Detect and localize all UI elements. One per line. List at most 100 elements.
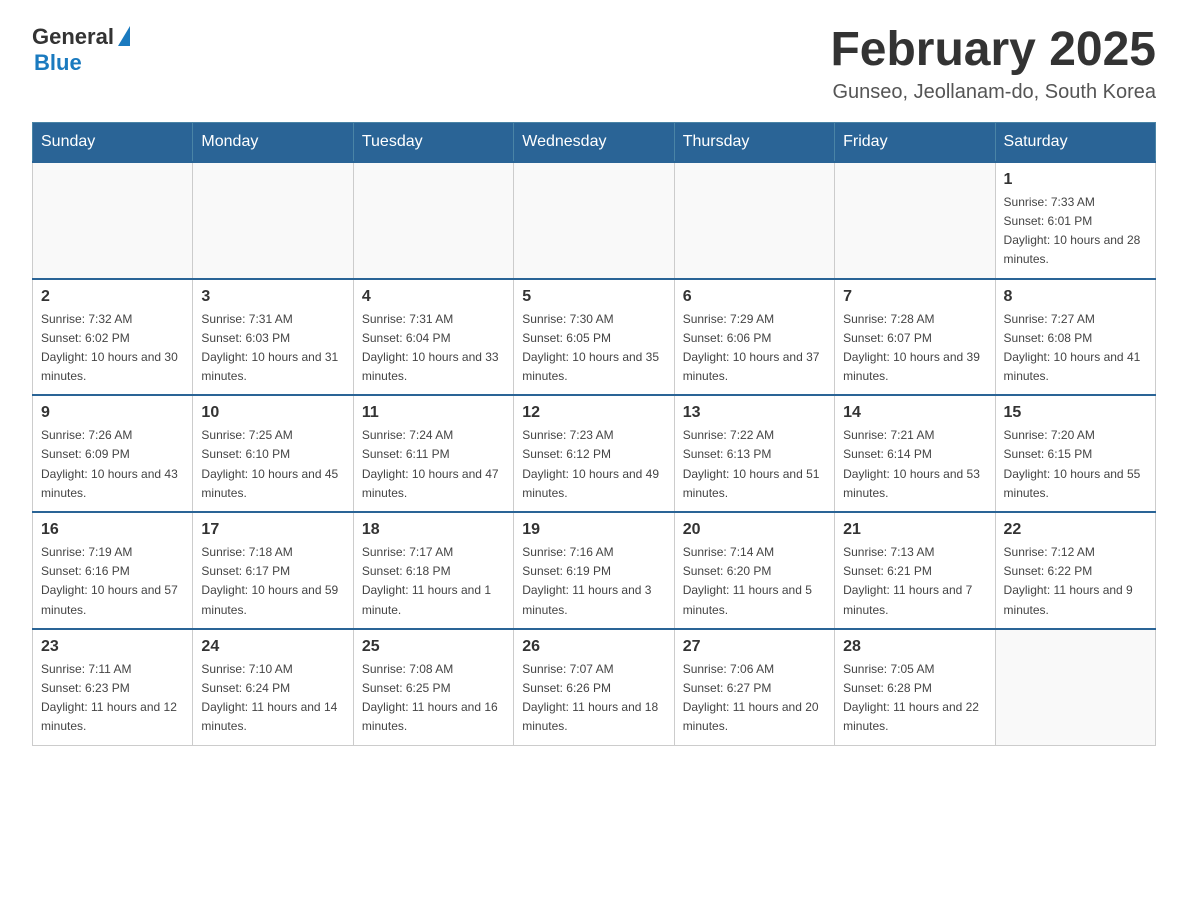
calendar-cell (33, 162, 193, 279)
day-number: 17 (201, 521, 344, 539)
day-number: 23 (41, 638, 184, 656)
calendar-cell: 23 Sunrise: 7:11 AMSunset: 6:23 PMDayligh… (33, 629, 193, 745)
day-number: 20 (683, 521, 826, 539)
day-info: Sunrise: 7:11 AMSunset: 6:23 PMDaylight:… (41, 660, 184, 737)
calendar-cell: 27Sunrise: 7:06 AMSunset: 6:27 PMDayligh… (674, 629, 834, 745)
day-info: Sunrise: 7:08 AMSunset: 6:25 PMDaylight:… (362, 660, 505, 737)
calendar-cell: 7 Sunrise: 7:28 AMSunset: 6:07 PMDaylight… (835, 279, 995, 396)
day-info: Sunrise: 7:16 AMSunset: 6:19 PMDaylight:… (522, 543, 665, 620)
calendar-cell: 19 Sunrise: 7:16 AMSunset: 6:19 PMDayligh… (514, 512, 674, 629)
calendar-cell: 18 Sunrise: 7:17 AMSunset: 6:18 PMDayligh… (353, 512, 513, 629)
calendar-week-row: 23 Sunrise: 7:11 AMSunset: 6:23 PMDayligh… (33, 629, 1156, 745)
calendar-cell: 5 Sunrise: 7:30 AMSunset: 6:05 PMDaylight… (514, 279, 674, 396)
day-info: Sunrise: 7:05 AMSunset: 6:28 PMDaylight:… (843, 660, 986, 737)
day-info: Sunrise: 7:31 AMSunset: 6:03 PMDaylight:… (201, 310, 344, 387)
calendar-cell: 3 Sunrise: 7:31 AMSunset: 6:03 PMDaylight… (193, 279, 353, 396)
day-number: 7 (843, 288, 986, 306)
calendar-cell (353, 162, 513, 279)
day-info: Sunrise: 7:32 AMSunset: 6:02 PMDaylight:… (41, 310, 184, 387)
calendar-cell: 8 Sunrise: 7:27 AMSunset: 6:08 PMDaylight… (995, 279, 1155, 396)
day-number: 3 (201, 288, 344, 306)
calendar-cell (835, 162, 995, 279)
logo-triangle-icon (118, 26, 130, 46)
calendar-cell: 13Sunrise: 7:22 AMSunset: 6:13 PMDayligh… (674, 395, 834, 512)
day-info: Sunrise: 7:20 AMSunset: 6:15 PMDaylight:… (1004, 426, 1147, 503)
day-number: 2 (41, 288, 184, 306)
day-info: Sunrise: 7:29 AMSunset: 6:06 PMDaylight:… (683, 310, 826, 387)
logo-general-text: General (32, 24, 114, 50)
day-number: 13 (683, 404, 826, 422)
calendar-cell: 28 Sunrise: 7:05 AMSunset: 6:28 PMDayligh… (835, 629, 995, 745)
calendar-cell: 21 Sunrise: 7:13 AMSunset: 6:21 PMDayligh… (835, 512, 995, 629)
day-of-week-header: Wednesday (514, 122, 674, 162)
calendar-cell: 15Sunrise: 7:20 AMSunset: 6:15 PMDayligh… (995, 395, 1155, 512)
calendar-table: SundayMondayTuesdayWednesdayThursdayFrid… (32, 122, 1156, 746)
day-number: 16 (41, 521, 184, 539)
day-info: Sunrise: 7:10 AMSunset: 6:24 PMDaylight:… (201, 660, 344, 737)
day-info: Sunrise: 7:23 AMSunset: 6:12 PMDaylight:… (522, 426, 665, 503)
day-of-week-header: Saturday (995, 122, 1155, 162)
day-info: Sunrise: 7:21 AMSunset: 6:14 PMDaylight:… (843, 426, 986, 503)
calendar-header-row: SundayMondayTuesdayWednesdayThursdayFrid… (33, 122, 1156, 162)
day-info: Sunrise: 7:33 AMSunset: 6:01 PMDaylight:… (1004, 193, 1147, 270)
page-header: General Blue February 2025 Gunseo, Jeoll… (32, 24, 1156, 104)
calendar-week-row: 9 Sunrise: 7:26 AMSunset: 6:09 PMDaylight… (33, 395, 1156, 512)
day-info: Sunrise: 7:14 AMSunset: 6:20 PMDaylight:… (683, 543, 826, 620)
calendar-cell: 6 Sunrise: 7:29 AMSunset: 6:06 PMDaylight… (674, 279, 834, 396)
day-info: Sunrise: 7:06 AMSunset: 6:27 PMDaylight:… (683, 660, 826, 737)
day-number: 18 (362, 521, 505, 539)
day-number: 8 (1004, 288, 1147, 306)
calendar-cell: 9 Sunrise: 7:26 AMSunset: 6:09 PMDaylight… (33, 395, 193, 512)
day-info: Sunrise: 7:13 AMSunset: 6:21 PMDaylight:… (843, 543, 986, 620)
day-of-week-header: Thursday (674, 122, 834, 162)
day-number: 5 (522, 288, 665, 306)
calendar-cell (674, 162, 834, 279)
calendar-cell: 17 Sunrise: 7:18 AMSunset: 6:17 PMDayligh… (193, 512, 353, 629)
title-block: February 2025 Gunseo, Jeollanam-do, Sout… (830, 24, 1156, 104)
day-number: 14 (843, 404, 986, 422)
day-number: 9 (41, 404, 184, 422)
logo-blue-text: Blue (34, 50, 82, 76)
day-number: 22 (1004, 521, 1147, 539)
day-number: 1 (1004, 171, 1147, 189)
day-info: Sunrise: 7:07 AMSunset: 6:26 PMDaylight:… (522, 660, 665, 737)
day-info: Sunrise: 7:12 AMSunset: 6:22 PMDaylight:… (1004, 543, 1147, 620)
day-info: Sunrise: 7:31 AMSunset: 6:04 PMDaylight:… (362, 310, 505, 387)
calendar-week-row: 2 Sunrise: 7:32 AMSunset: 6:02 PMDaylight… (33, 279, 1156, 396)
calendar-title: February 2025 (830, 24, 1156, 77)
calendar-cell: 1 Sunrise: 7:33 AMSunset: 6:01 PMDaylight… (995, 162, 1155, 279)
day-number: 10 (201, 404, 344, 422)
day-of-week-header: Monday (193, 122, 353, 162)
day-info: Sunrise: 7:25 AMSunset: 6:10 PMDaylight:… (201, 426, 344, 503)
day-info: Sunrise: 7:27 AMSunset: 6:08 PMDaylight:… (1004, 310, 1147, 387)
calendar-cell: 22 Sunrise: 7:12 AMSunset: 6:22 PMDayligh… (995, 512, 1155, 629)
calendar-cell: 14 Sunrise: 7:21 AMSunset: 6:14 PMDayligh… (835, 395, 995, 512)
day-number: 26 (522, 638, 665, 656)
day-number: 25 (362, 638, 505, 656)
day-number: 11 (362, 404, 505, 422)
day-info: Sunrise: 7:28 AMSunset: 6:07 PMDaylight:… (843, 310, 986, 387)
day-info: Sunrise: 7:17 AMSunset: 6:18 PMDaylight:… (362, 543, 505, 620)
calendar-week-row: 16 Sunrise: 7:19 AMSunset: 6:16 PMDayligh… (33, 512, 1156, 629)
logo: General Blue (32, 24, 130, 76)
day-info: Sunrise: 7:26 AMSunset: 6:09 PMDaylight:… (41, 426, 184, 503)
calendar-cell: 11Sunrise: 7:24 AMSunset: 6:11 PMDayligh… (353, 395, 513, 512)
day-info: Sunrise: 7:18 AMSunset: 6:17 PMDaylight:… (201, 543, 344, 620)
day-number: 6 (683, 288, 826, 306)
day-number: 21 (843, 521, 986, 539)
day-number: 28 (843, 638, 986, 656)
day-number: 19 (522, 521, 665, 539)
calendar-cell (995, 629, 1155, 745)
day-number: 4 (362, 288, 505, 306)
calendar-subtitle: Gunseo, Jeollanam-do, South Korea (830, 81, 1156, 104)
calendar-week-row: 1 Sunrise: 7:33 AMSunset: 6:01 PMDaylight… (33, 162, 1156, 279)
calendar-cell: 26 Sunrise: 7:07 AMSunset: 6:26 PMDayligh… (514, 629, 674, 745)
day-of-week-header: Sunday (33, 122, 193, 162)
day-number: 12 (522, 404, 665, 422)
calendar-cell: 25 Sunrise: 7:08 AMSunset: 6:25 PMDayligh… (353, 629, 513, 745)
day-info: Sunrise: 7:30 AMSunset: 6:05 PMDaylight:… (522, 310, 665, 387)
calendar-cell: 4 Sunrise: 7:31 AMSunset: 6:04 PMDaylight… (353, 279, 513, 396)
day-info: Sunrise: 7:19 AMSunset: 6:16 PMDaylight:… (41, 543, 184, 620)
calendar-cell: 12 Sunrise: 7:23 AMSunset: 6:12 PMDayligh… (514, 395, 674, 512)
calendar-cell: 16 Sunrise: 7:19 AMSunset: 6:16 PMDayligh… (33, 512, 193, 629)
